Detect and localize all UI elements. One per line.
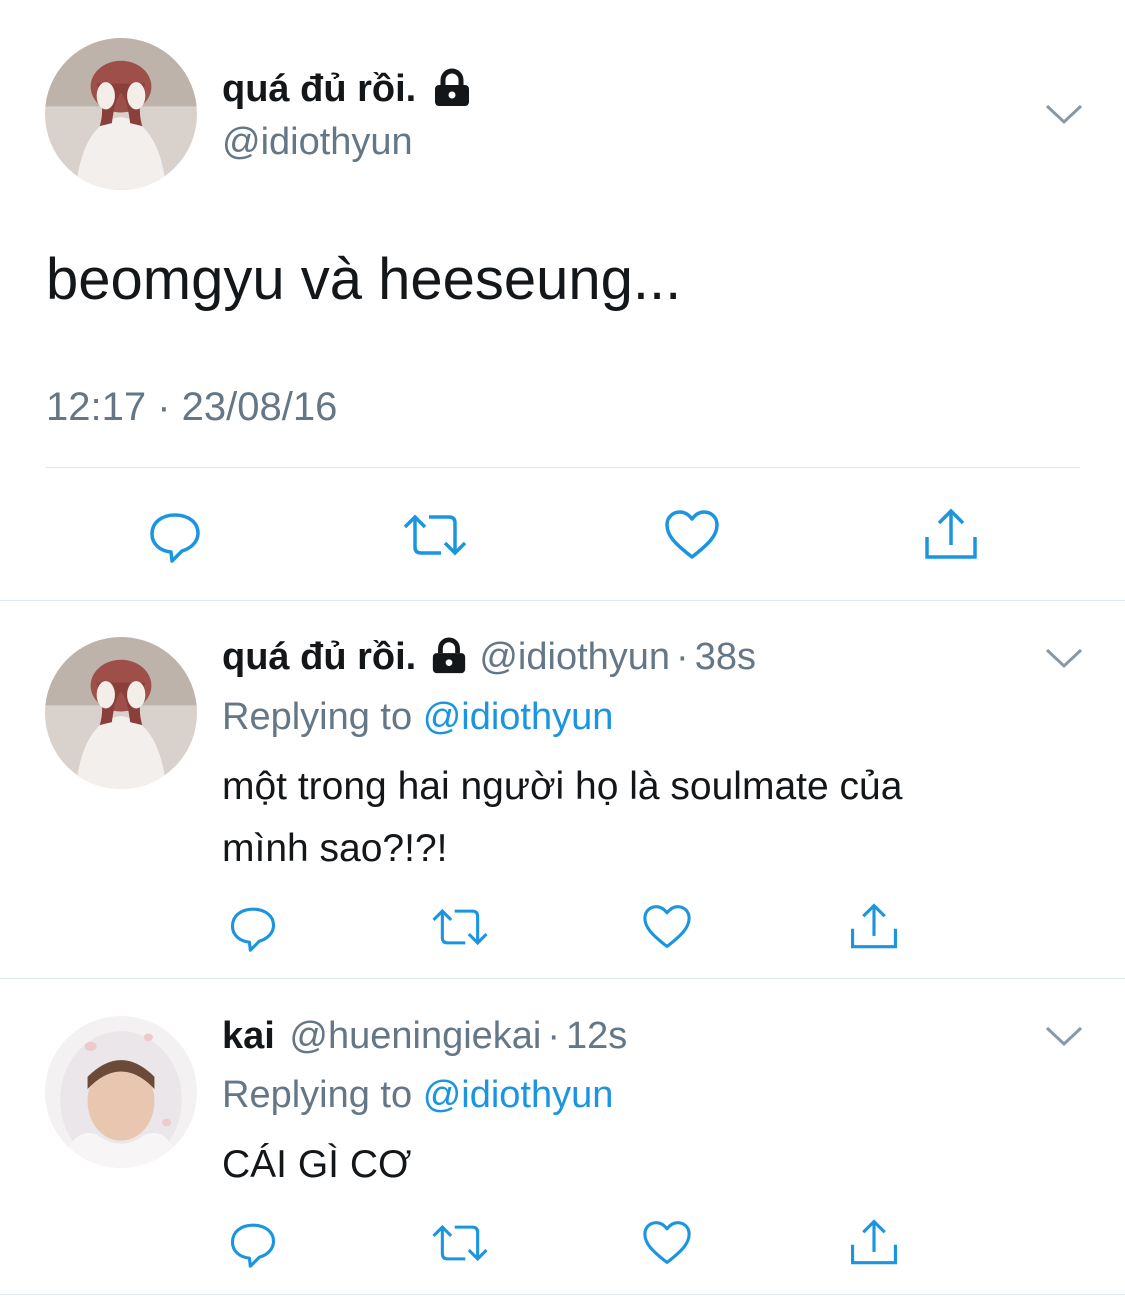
- reply-button[interactable]: [226, 1216, 280, 1270]
- reply-text-line-1: CÁI GÌ CƠ: [222, 1143, 412, 1186]
- lock-icon: [432, 637, 465, 674]
- replying-to: Replying to @idiothyun: [222, 1072, 613, 1118]
- retweet-icon: [432, 908, 488, 946]
- separator-dot: ·: [676, 636, 689, 678]
- share-button[interactable]: [846, 900, 902, 954]
- user-avatar-image: [45, 1016, 197, 1168]
- reply-display-name[interactable]: quá đủ rồi.: [222, 636, 416, 678]
- replying-to-label: Replying to: [222, 696, 413, 738]
- main-tweet-timestamp[interactable]: 12:17 · 23/08/16: [46, 384, 337, 430]
- like-icon: [643, 1221, 691, 1265]
- reply-time: 38s: [694, 636, 756, 678]
- reply-handle[interactable]: @idiothyun: [479, 636, 670, 678]
- reply-text-line-2: mình sao?!?!: [222, 827, 448, 870]
- separator-dot: ·: [547, 1015, 561, 1057]
- chevron-down-icon[interactable]: [1044, 1020, 1084, 1050]
- share-icon: [851, 903, 897, 949]
- main-tweet-display-name[interactable]: quá đủ rồi.: [222, 68, 416, 110]
- reply-header: kai @hueningiekai · 12s: [222, 1013, 627, 1059]
- reply-avatar[interactable]: [45, 637, 197, 789]
- reply-handle[interactable]: @hueningiekai: [289, 1015, 541, 1057]
- retweet-button[interactable]: [400, 505, 470, 565]
- share-button[interactable]: [846, 1216, 902, 1270]
- divider: [46, 467, 1080, 468]
- user-avatar-image: [45, 637, 197, 789]
- reply-time: 12s: [566, 1015, 628, 1057]
- like-icon: [643, 905, 691, 949]
- like-button[interactable]: [640, 900, 694, 954]
- main-tweet-handle[interactable]: @idiothyun: [222, 120, 413, 164]
- replying-to-handle[interactable]: @idiothyun: [423, 1074, 614, 1116]
- divider: [0, 978, 1125, 979]
- like-icon: [665, 510, 719, 559]
- main-tweet-avatar[interactable]: [45, 38, 197, 190]
- reply-display-name[interactable]: kai: [222, 1015, 275, 1057]
- main-tweet-text: beomgyu và heeseung...: [46, 247, 682, 312]
- user-avatar-image: [45, 38, 197, 190]
- reply-button[interactable]: [145, 505, 205, 565]
- retweet-icon: [403, 514, 467, 556]
- reply-icon: [230, 1223, 276, 1268]
- chevron-down-icon[interactable]: [1044, 98, 1084, 128]
- reply-icon: [150, 513, 200, 563]
- replying-to: Replying to @idiothyun: [222, 694, 613, 740]
- replying-to-label: Replying to: [222, 1074, 413, 1116]
- reply-header: quá đủ rồi. @idiothyun · 38s: [222, 634, 756, 680]
- share-icon: [851, 1219, 897, 1265]
- reply-text-line-1: một trong hai người họ là soulmate của: [222, 765, 903, 808]
- divider: [0, 1294, 1125, 1295]
- main-tweet-header: quá đủ rồi.: [222, 66, 473, 112]
- like-button[interactable]: [662, 505, 722, 565]
- replying-to-handle[interactable]: @idiothyun: [423, 696, 614, 738]
- lock-icon: [434, 68, 469, 106]
- chevron-down-icon[interactable]: [1044, 642, 1084, 672]
- retweet-button[interactable]: [430, 900, 490, 954]
- reply-icon: [230, 907, 276, 952]
- like-button[interactable]: [640, 1216, 694, 1270]
- divider: [0, 600, 1125, 601]
- share-icon: [925, 508, 977, 559]
- reply-button[interactable]: [226, 900, 280, 954]
- retweet-icon: [432, 1224, 488, 1262]
- reply-avatar[interactable]: [45, 1016, 197, 1168]
- retweet-button[interactable]: [430, 1216, 490, 1270]
- share-button[interactable]: [920, 505, 982, 565]
